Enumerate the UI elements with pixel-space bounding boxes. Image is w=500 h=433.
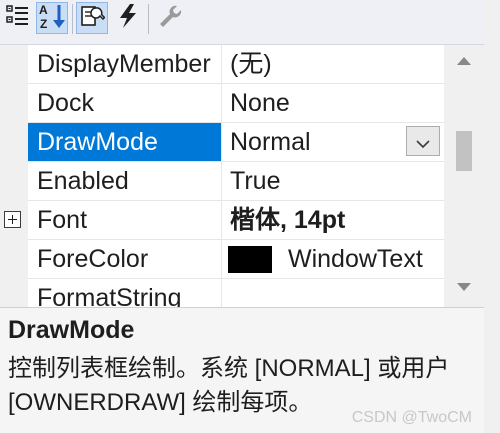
property-row-formatstring[interactable]: FormatString [28, 279, 444, 307]
property-name: ForeColor [28, 240, 222, 278]
scroll-up-button[interactable] [444, 45, 484, 79]
description-pane: DrawMode 控制列表框绘制。系统 [NORMAL] 或用户 [OWNERD… [0, 307, 484, 433]
property-grid-gutter [0, 45, 28, 307]
properties-icon [79, 3, 106, 34]
scroll-thumb[interactable] [456, 131, 472, 171]
property-pages-wrench-icon [157, 3, 183, 34]
property-name: Dock [28, 84, 222, 122]
vertical-scrollbar[interactable] [444, 45, 484, 307]
categorized-button[interactable] [2, 2, 34, 34]
property-name: Font [28, 201, 222, 239]
property-value[interactable]: (无) [223, 45, 444, 83]
property-grid-toolbar: A Z [0, 0, 500, 45]
alphabetical-button[interactable]: A Z [36, 2, 68, 34]
triangle-down-icon [456, 279, 472, 297]
color-swatch [228, 246, 272, 273]
property-row-enabled[interactable]: Enabled True [28, 162, 444, 201]
events-lightning-icon [116, 3, 140, 34]
property-row-drawmode[interactable]: DrawMode Normal [28, 123, 444, 162]
properties-button[interactable] [76, 2, 108, 34]
property-name: DisplayMember [28, 45, 222, 83]
events-button[interactable] [112, 2, 144, 34]
property-pages-button[interactable] [154, 2, 186, 34]
sort-z-glyph: Z [40, 17, 47, 30]
property-value[interactable]: 楷体, 14pt [223, 201, 444, 239]
dropdown-button[interactable] [406, 126, 440, 156]
property-row-dock[interactable]: Dock None [28, 84, 444, 123]
window-edge [484, 0, 500, 433]
property-row-forecolor[interactable]: ForeColor WindowText [28, 240, 444, 279]
property-value-select[interactable]: Normal [223, 123, 444, 161]
property-value-color[interactable]: WindowText [223, 240, 444, 278]
sort-a-glyph: A [39, 3, 48, 17]
property-name: FormatString [28, 279, 222, 307]
property-name: DrawMode [28, 123, 222, 161]
property-value[interactable]: True [223, 162, 444, 200]
property-value[interactable]: None [223, 84, 444, 122]
property-row-font[interactable]: Font 楷体, 14pt [28, 201, 444, 240]
property-grid: DisplayMember (无) Dock None DrawMode Nor… [0, 45, 444, 307]
property-value: Normal [230, 128, 311, 156]
property-row-displaymember[interactable]: DisplayMember (无) [28, 45, 444, 84]
scroll-down-button[interactable] [444, 271, 484, 305]
property-value: WindowText [288, 245, 423, 273]
watermark: CSDN @TwoCM [351, 409, 472, 426]
property-value[interactable] [223, 279, 444, 307]
triangle-up-icon [456, 53, 472, 71]
alphabetical-sort-icon: A Z [38, 2, 66, 35]
property-name: Enabled [28, 162, 222, 200]
chevron-down-icon [416, 123, 430, 160]
categorized-icon [6, 4, 30, 33]
expand-plus-icon[interactable] [4, 211, 21, 228]
description-title: DrawMode [8, 316, 135, 344]
